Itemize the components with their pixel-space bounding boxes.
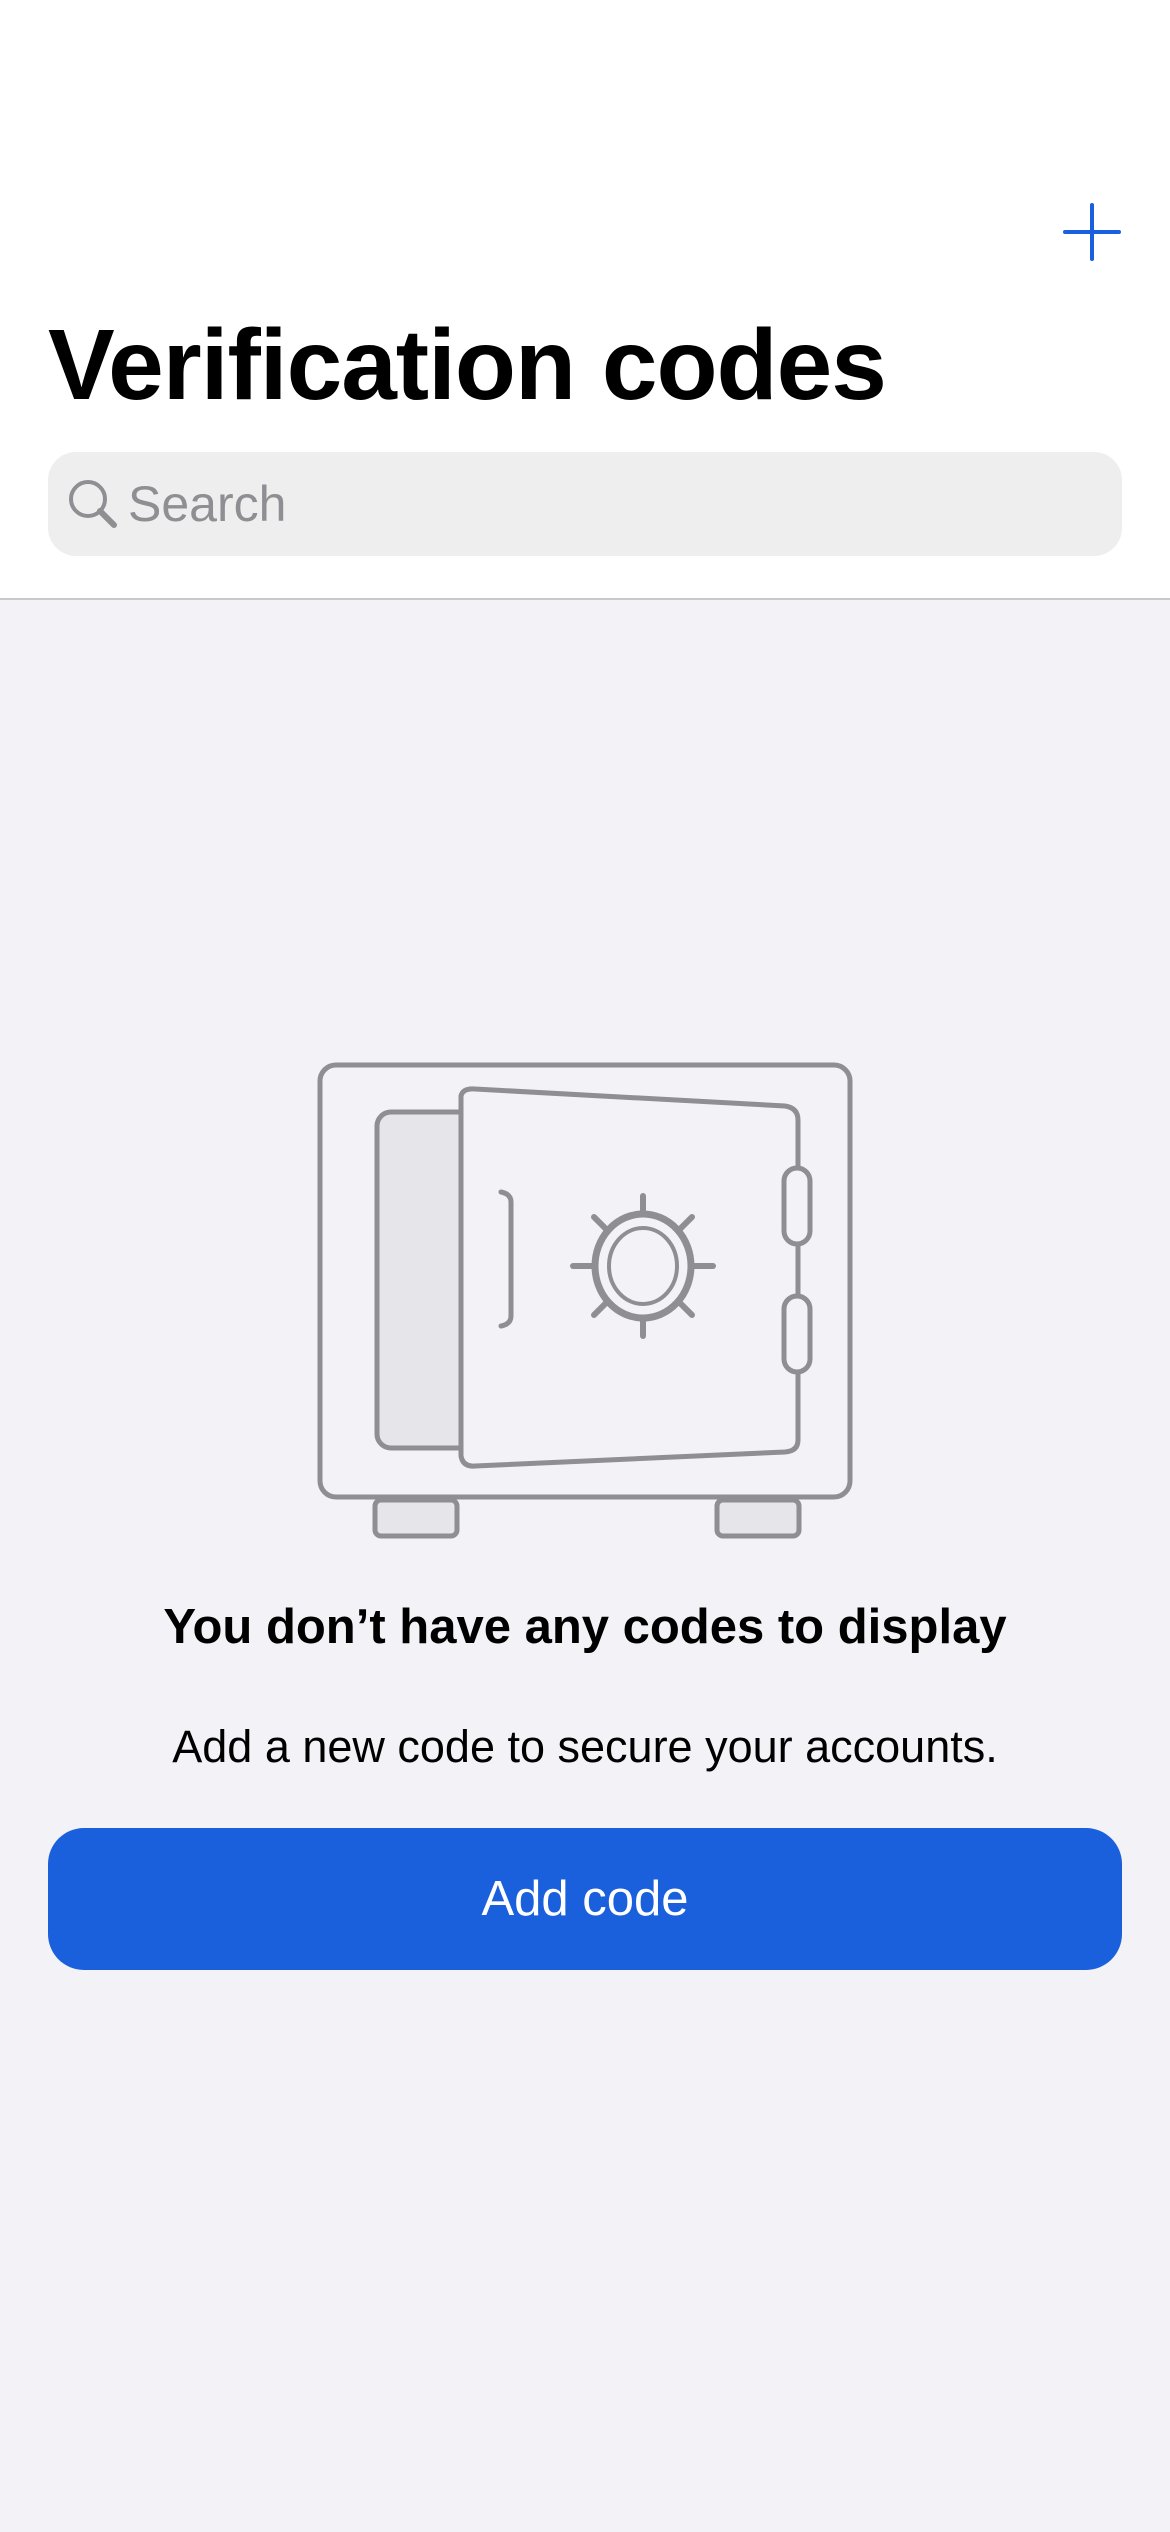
safe-icon — [317, 1062, 853, 1539]
navigation-header: Verification codes — [0, 0, 1170, 600]
search-input[interactable] — [128, 475, 1088, 533]
safe-illustration — [315, 1060, 855, 1540]
add-code-button[interactable]: Add code — [48, 1828, 1122, 1970]
search-bar[interactable] — [48, 452, 1122, 556]
page-title: Verification codes — [48, 309, 887, 421]
add-code-plus-button[interactable] — [1052, 192, 1132, 272]
plus-icon — [1063, 203, 1121, 261]
empty-state-title: You don’t have any codes to display — [163, 1600, 1007, 1654]
empty-state-subtitle: Add a new code to secure your accounts. — [172, 1721, 998, 1772]
search-icon — [64, 475, 122, 533]
